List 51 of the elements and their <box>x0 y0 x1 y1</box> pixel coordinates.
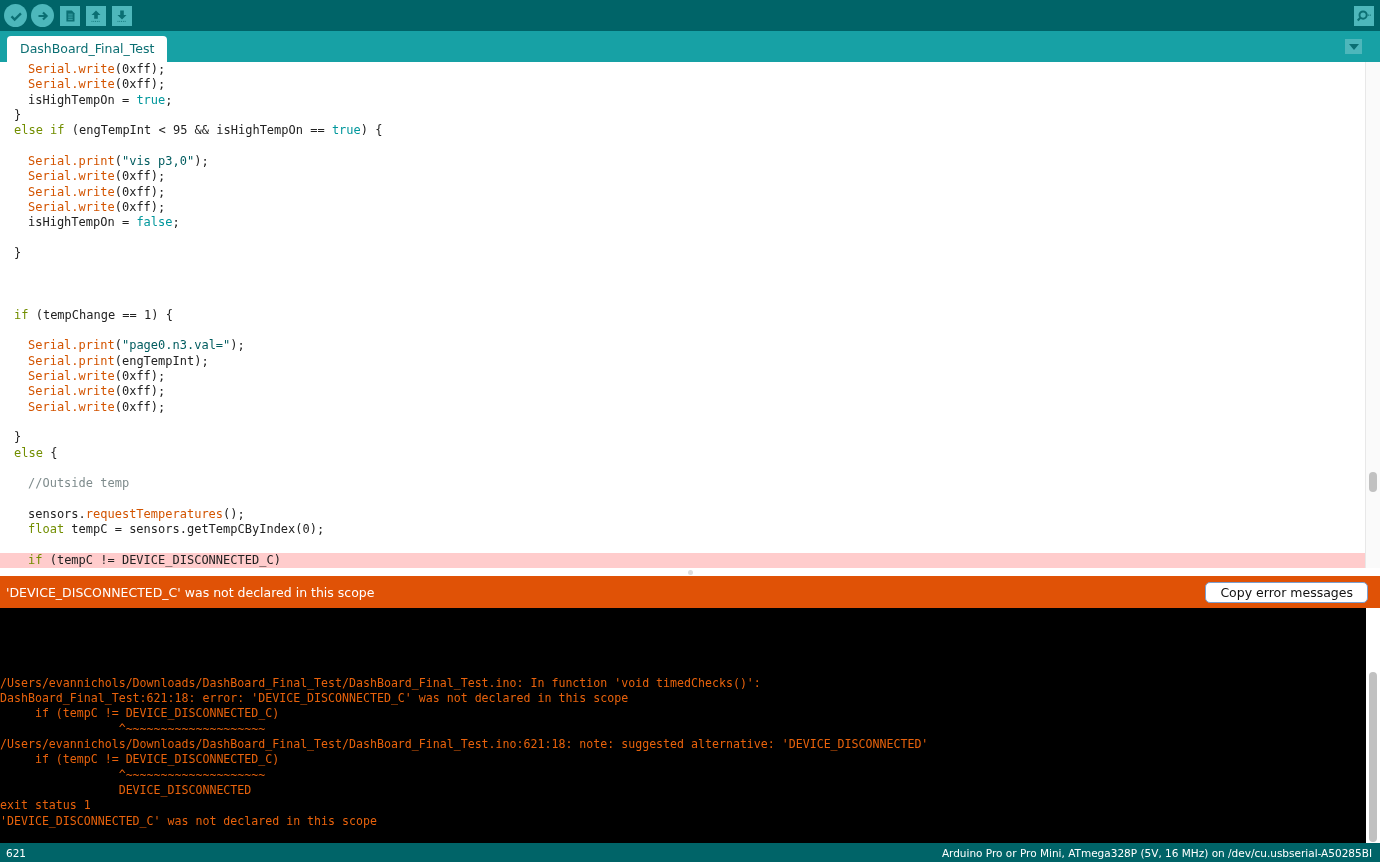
code-line: Serial.write(0xff); <box>27 62 167 78</box>
line-number: 621 <box>6 846 27 859</box>
code-line: isHighTempOn = true; <box>27 92 174 109</box>
code-line: sensors.requestTemperatures(); <box>27 506 246 523</box>
verify-button[interactable] <box>4 4 27 27</box>
code-editor[interactable] <box>0 62 1380 568</box>
save-button[interactable] <box>112 5 132 26</box>
console-line: /Users/evannichols/Downloads/DashBoard_Final_Test/DashBoard_Final_Test.ino:621:18: note: suggested alternative: 'DEVICE_DISCONNECTED' <box>0 736 930 753</box>
code-line: else if (engTempInt < 95 && isHighTempOn == true) { <box>13 123 384 139</box>
console-line: exit status 1 <box>0 798 92 814</box>
code-line: Serial.write(0xff); <box>27 200 167 216</box>
grip-icon[interactable] <box>687 569 693 575</box>
code-line: Serial.write(0xff); <box>27 368 167 385</box>
console-line: ^~~~~~~~~~~~~~~~~~~~~ <box>117 767 267 783</box>
code-line: Serial.print(engTempInt); <box>27 353 210 369</box>
code-line: //Outside temp <box>27 476 131 492</box>
code-line: Serial.print("page0.n3.val="); <box>27 338 246 354</box>
code-line: if (tempChange == 1) { <box>13 307 174 323</box>
console-line: 'DEVICE_DISCONNECTED_C' was not declared in this scope <box>0 813 378 829</box>
code-line: } <box>13 246 23 262</box>
console-line: DashBoard_Final_Test:621:18: error: 'DEVICE_DISCONNECTED_C' was not declared in this scope <box>0 690 630 707</box>
scrollbar[interactable] <box>1366 608 1380 843</box>
scrollbar[interactable] <box>1365 62 1380 568</box>
console-line: if (tempC != DEVICE_DISCONNECTED_C) <box>33 752 281 768</box>
scrollbar-thumb[interactable] <box>1369 672 1377 842</box>
scrollbar-thumb[interactable] <box>1369 472 1377 492</box>
board-info: Arduino Pro or Pro Mini, ATmega328P (5V, 16 MHz) on /dev/cu.usbserial-A50285BI <box>941 846 1372 859</box>
file-tab[interactable]: DashBoard_Final_Test <box>7 36 168 62</box>
error-message: 'DEVICE_DISCONNECTED_C' was not declared in this scope <box>6 584 375 600</box>
console-line: if (tempC != DEVICE_DISCONNECTED_C) <box>33 706 281 722</box>
code-line: Serial.write(0xff); <box>27 184 167 201</box>
code-line: } <box>13 108 23 124</box>
code-line: Serial.write(0xff); <box>27 384 167 400</box>
code-line: Serial.write(0xff); <box>27 399 167 415</box>
upload-button[interactable] <box>31 4 54 27</box>
new-button[interactable] <box>60 5 80 26</box>
serial-monitor-button[interactable] <box>1354 5 1374 26</box>
copy-error-button[interactable]: Copy error messages <box>1205 581 1368 603</box>
open-button[interactable] <box>86 5 106 26</box>
caret-icon <box>1348 43 1359 50</box>
code-line: Serial.write(0xff); <box>27 77 167 93</box>
console-line: /Users/evannichols/Downloads/DashBoard_Final_Test/DashBoard_Final_Test.ino: In function 'void timedChecks()': <box>0 675 762 691</box>
console-line: ^~~~~~~~~~~~~~~~~~~~~ <box>117 721 267 737</box>
tab-menu-button[interactable] <box>1345 39 1362 54</box>
code-line: isHighTempOn = false; <box>27 215 181 231</box>
code-line: Serial.write(0xff); <box>27 169 167 185</box>
code-line: Serial.print("vis p3,0"); <box>27 154 210 170</box>
console-line: DEVICE_DISCONNECTED <box>117 782 253 799</box>
code-line: else { <box>13 445 59 461</box>
code-line: float tempC = sensors.getTempCByIndex(0); <box>27 522 326 538</box>
code-line: } <box>13 430 23 446</box>
